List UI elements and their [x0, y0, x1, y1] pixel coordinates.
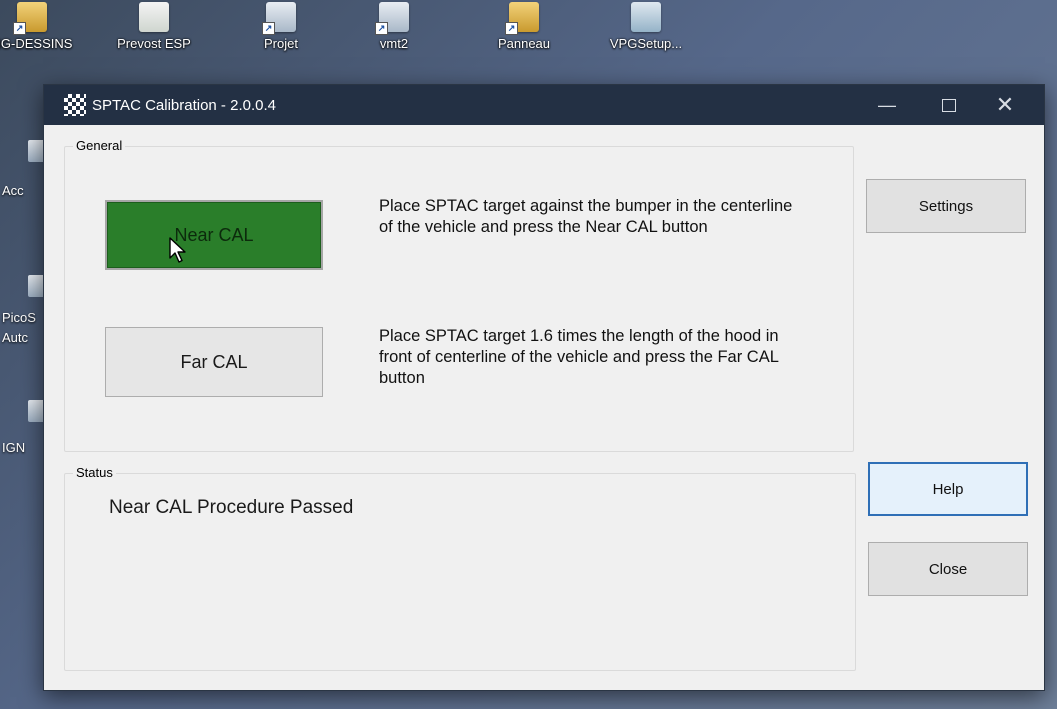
desktop-icon-vpgsetup[interactable]: VPGSetup...: [600, 2, 692, 51]
shortcut-icon: ↗: [375, 2, 409, 35]
desktop-icon-label[interactable]: Acc: [2, 183, 24, 198]
desktop-icon-prevost-esp[interactable]: Prevost ESP: [108, 2, 200, 51]
desktop-icon-label[interactable]: IGN: [2, 440, 25, 455]
far-cal-button[interactable]: Far CAL: [105, 327, 323, 397]
far-cal-instruction: Place SPTAC target 1.6 times the length …: [379, 327, 779, 387]
near-cal-instruction: Place SPTAC target against the bumper in…: [379, 197, 793, 236]
far-cal-label: Far CAL: [180, 351, 248, 372]
mouse-cursor-icon: [169, 237, 186, 263]
title-bar[interactable]: SPTAC Calibration - 2.0.0.4 — ✕: [44, 85, 1044, 125]
desktop-icon-label[interactable]: Autc: [2, 330, 28, 345]
status-message: Near CAL Procedure Passed: [109, 497, 354, 518]
desktop-icon-ng-dessins[interactable]: ↗ NG-DESSINS: [0, 2, 78, 51]
status-group: Status Near CAL Procedure Passed: [64, 465, 856, 671]
status-legend: Status: [73, 465, 116, 480]
settings-button[interactable]: Settings: [866, 179, 1026, 233]
close-button[interactable]: Close: [868, 542, 1028, 596]
sptac-calibration-window: SPTAC Calibration - 2.0.0.4 — ✕ General …: [43, 84, 1045, 691]
help-label: Help: [932, 480, 964, 498]
window-title: SPTAC Calibration - 2.0.0.4: [92, 96, 276, 114]
window-close-button[interactable]: ✕: [982, 85, 1028, 125]
general-group: General Near CAL Place SPTAC target agai…: [64, 138, 854, 452]
spreadsheet-icon: [139, 2, 169, 32]
desktop-icon-label: NG-DESSINS: [0, 36, 73, 51]
desktop-icon-label: Prevost ESP: [117, 36, 191, 51]
folder-shortcut-icon: ↗: [13, 2, 47, 35]
minimize-button[interactable]: —: [864, 85, 910, 125]
maximize-button[interactable]: [926, 85, 972, 125]
desktop-icon-label: VPGSetup...: [609, 36, 683, 51]
shortcut-icon: ↗: [505, 2, 539, 35]
maximize-icon: [942, 98, 956, 112]
help-button[interactable]: Help: [868, 462, 1028, 516]
close-label: Close: [928, 560, 968, 578]
app-checker-icon: [64, 94, 86, 116]
desktop-icon-label: Panneau: [497, 36, 551, 51]
desktop-icon-label[interactable]: PicoS: [2, 310, 36, 325]
settings-label: Settings: [918, 197, 974, 215]
setup-icon: [631, 2, 661, 32]
minimize-icon: —: [878, 94, 896, 115]
desktop-icon-vmt2[interactable]: ↗ vmt2: [348, 2, 440, 51]
desktop-icon-label: Projet: [264, 36, 298, 51]
shortcut-icon: ↗: [262, 2, 296, 35]
desktop-icon-label: vmt2: [379, 36, 409, 51]
close-icon: ✕: [995, 92, 1015, 117]
desktop-icon-projet[interactable]: ↗ Projet: [235, 2, 327, 51]
desktop-icon-panneau[interactable]: ↗ Panneau: [478, 2, 570, 51]
near-cal-button[interactable]: Near CAL: [105, 200, 323, 270]
general-legend: General: [73, 138, 126, 153]
